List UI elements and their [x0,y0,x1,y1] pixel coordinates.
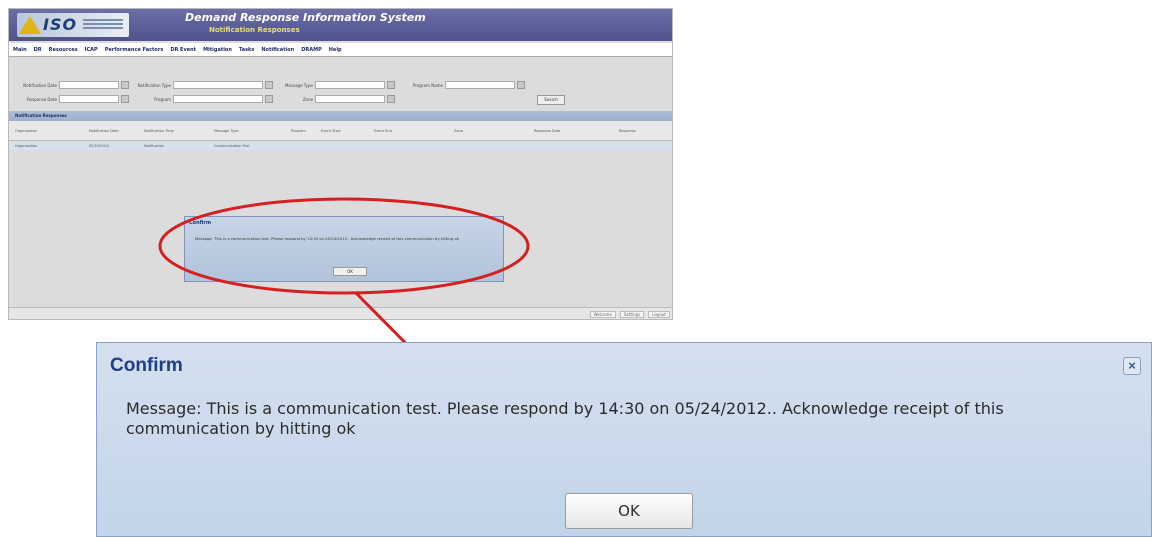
ok-button[interactable]: OK [565,493,693,529]
filter-response-date: Response Date [15,95,129,103]
app-screenshot: ISO Demand Response Information System N… [8,8,673,320]
menu-item-dr[interactable]: DR [34,47,42,53]
filter-zone: Zone [271,95,395,103]
mini-dialog-title: Confirm [189,220,212,226]
filter-input[interactable] [59,81,119,89]
column-header[interactable]: Response Date [534,129,560,133]
mini-confirm-dialog: Confirm Message: This is a communication… [184,216,504,282]
filter-notification-date: Notification Date [15,81,129,89]
menu-item-main[interactable]: Main [13,47,27,53]
confirm-dialog: Confirm × Message: This is a communicati… [96,342,1152,537]
filter-select[interactable] [173,95,263,103]
filter-label: Notification Type [137,82,171,88]
menu-item-help[interactable]: Help [329,47,342,53]
table-row[interactable]: Organization 05/24/2012 Notification Com… [9,142,672,150]
filter-select[interactable] [315,81,385,89]
chevron-down-icon[interactable] [517,81,525,89]
table-cell: Communication Test [214,144,250,148]
filter-label: Zone [302,96,313,102]
status-item[interactable]: Welcome [589,311,616,318]
menu-item-dr-event[interactable]: DR Event [170,47,196,53]
chevron-down-icon[interactable] [387,95,395,103]
filter-program-name: Program Name [401,81,525,89]
column-header[interactable]: Message Type [214,129,239,133]
main-menu: Main DR Resources ICAP Performance Facto… [9,43,672,57]
filter-select[interactable] [445,81,515,89]
system-subtitle: Notification Responses [209,26,300,34]
filter-label: Message Type [285,82,313,88]
table-cell: Organization [15,144,38,148]
menu-item-dramp[interactable]: DRAMP [301,47,322,53]
column-header[interactable]: Response [619,129,636,133]
filter-label: Notification Date [23,82,57,88]
close-icon[interactable]: × [1123,357,1141,375]
column-header[interactable]: Zone [454,129,463,133]
status-items: Welcome Settings Logout [589,311,670,318]
column-header[interactable]: Program [291,129,306,133]
table-header: Organization Notification Date Notificat… [9,121,672,141]
menu-item-resources[interactable]: Resources [49,47,78,53]
filter-select[interactable] [315,95,385,103]
status-item[interactable]: Settings [619,311,645,318]
chevron-down-icon[interactable] [387,81,395,89]
logo-bars-icon [83,19,123,31]
dialog-message: Message: This is a communication test. P… [126,399,1004,438]
column-header[interactable]: Notification Date [89,129,119,133]
filter-select[interactable] [173,81,263,89]
menu-item-notification[interactable]: Notification [261,47,294,53]
calendar-icon[interactable] [121,95,129,103]
search-button[interactable]: Search [537,95,565,105]
table-title: Notification Responses [9,111,672,121]
status-bar: Welcome Settings Logout [9,307,672,319]
iso-logo: ISO [17,13,129,37]
mini-dialog-message: Message: This is a communication test. P… [195,236,459,241]
filter-label: Program Name [413,82,443,88]
system-title: Demand Response Information System [185,11,426,24]
status-item[interactable]: Logout [648,311,670,318]
logo-sun-icon [19,16,41,34]
menu-item-icap[interactable]: ICAP [85,47,98,53]
filter-notification-type: Notification Type [129,81,273,89]
filter-label: Program [154,96,171,102]
column-header[interactable]: Organization [15,129,37,133]
mini-ok-button[interactable]: OK [333,267,367,276]
app-header: ISO Demand Response Information System N… [9,9,672,41]
logo-text: ISO [43,15,78,34]
column-header[interactable]: Event Start [321,129,341,133]
table-cell: 05/24/2012 [89,144,110,148]
table-cell: Notification [144,144,165,148]
filter-area: Notification Date Notification Type Mess… [9,63,672,105]
dialog-title: Confirm [110,355,183,376]
column-header[interactable]: Event End [374,129,392,133]
column-header[interactable]: Notification Time [144,129,174,133]
menu-item-tasks[interactable]: Tasks [239,47,254,53]
filter-message-type: Message Type [271,81,395,89]
filter-label: Response Date [26,96,57,102]
filter-program: Program [129,95,273,103]
calendar-icon[interactable] [121,81,129,89]
filter-input[interactable] [59,95,119,103]
menu-item-mitigation[interactable]: Mitigation [203,47,232,53]
menu-item-performance-factors[interactable]: Performance Factors [105,47,164,53]
